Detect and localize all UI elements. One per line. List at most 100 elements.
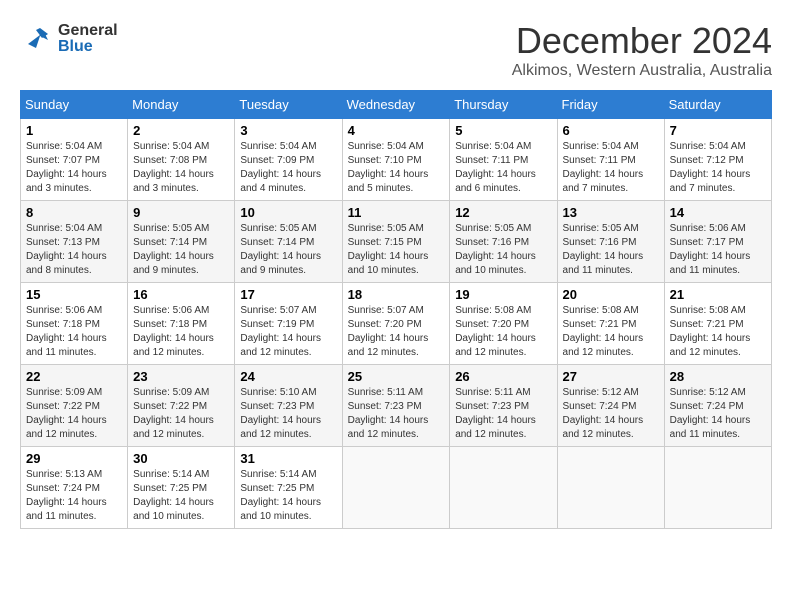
day-info: Sunrise: 5:07 AM Sunset: 7:20 PM Dayligh… bbox=[348, 304, 445, 360]
day-info: Sunrise: 5:14 AM Sunset: 7:25 PM Dayligh… bbox=[240, 468, 336, 524]
day-info: Sunrise: 5:05 AM Sunset: 7:15 PM Dayligh… bbox=[348, 222, 445, 278]
header-thursday: Thursday bbox=[450, 91, 557, 119]
calendar-cell: 25 Sunrise: 5:11 AM Sunset: 7:23 PM Dayl… bbox=[342, 365, 450, 447]
calendar-cell: 17 Sunrise: 5:07 AM Sunset: 7:19 PM Dayl… bbox=[235, 283, 342, 365]
day-info: Sunrise: 5:07 AM Sunset: 7:19 PM Dayligh… bbox=[240, 304, 336, 360]
page-header: General Blue December 2024 Alkimos, West… bbox=[20, 20, 772, 80]
day-info: Sunrise: 5:09 AM Sunset: 7:22 PM Dayligh… bbox=[26, 386, 122, 442]
day-number: 8 bbox=[26, 205, 122, 220]
logo-general-text: General bbox=[58, 23, 118, 39]
day-info: Sunrise: 5:04 AM Sunset: 7:07 PM Dayligh… bbox=[26, 140, 122, 196]
calendar-cell: 4 Sunrise: 5:04 AM Sunset: 7:10 PM Dayli… bbox=[342, 119, 450, 201]
day-number: 17 bbox=[240, 287, 336, 302]
day-number: 15 bbox=[26, 287, 122, 302]
day-info: Sunrise: 5:14 AM Sunset: 7:25 PM Dayligh… bbox=[133, 468, 229, 524]
day-number: 30 bbox=[133, 451, 229, 466]
calendar-cell: 11 Sunrise: 5:05 AM Sunset: 7:15 PM Dayl… bbox=[342, 201, 450, 283]
calendar-cell: 19 Sunrise: 5:08 AM Sunset: 7:20 PM Dayl… bbox=[450, 283, 557, 365]
day-info: Sunrise: 5:05 AM Sunset: 7:16 PM Dayligh… bbox=[455, 222, 551, 278]
logo-icon bbox=[20, 20, 52, 57]
calendar-cell bbox=[557, 447, 664, 529]
calendar-cell: 22 Sunrise: 5:09 AM Sunset: 7:22 PM Dayl… bbox=[21, 365, 128, 447]
day-info: Sunrise: 5:11 AM Sunset: 7:23 PM Dayligh… bbox=[348, 386, 445, 442]
day-number: 10 bbox=[240, 205, 336, 220]
day-info: Sunrise: 5:08 AM Sunset: 7:21 PM Dayligh… bbox=[563, 304, 659, 360]
header-wednesday: Wednesday bbox=[342, 91, 450, 119]
header-sunday: Sunday bbox=[21, 91, 128, 119]
calendar-cell: 18 Sunrise: 5:07 AM Sunset: 7:20 PM Dayl… bbox=[342, 283, 450, 365]
calendar-cell bbox=[450, 447, 557, 529]
calendar: SundayMondayTuesdayWednesdayThursdayFrid… bbox=[20, 90, 772, 529]
calendar-cell: 31 Sunrise: 5:14 AM Sunset: 7:25 PM Dayl… bbox=[235, 447, 342, 529]
calendar-cell: 27 Sunrise: 5:12 AM Sunset: 7:24 PM Dayl… bbox=[557, 365, 664, 447]
month-title: December 2024 bbox=[512, 20, 772, 62]
day-number: 7 bbox=[670, 123, 766, 138]
header-saturday: Saturday bbox=[664, 91, 771, 119]
logo: General Blue bbox=[20, 20, 118, 57]
day-info: Sunrise: 5:04 AM Sunset: 7:12 PM Dayligh… bbox=[670, 140, 766, 196]
day-number: 16 bbox=[133, 287, 229, 302]
day-number: 18 bbox=[348, 287, 445, 302]
day-number: 23 bbox=[133, 369, 229, 384]
location: Alkimos, Western Australia, Australia bbox=[512, 62, 772, 80]
calendar-cell: 9 Sunrise: 5:05 AM Sunset: 7:14 PM Dayli… bbox=[128, 201, 235, 283]
calendar-cell: 12 Sunrise: 5:05 AM Sunset: 7:16 PM Dayl… bbox=[450, 201, 557, 283]
week-row-4: 22 Sunrise: 5:09 AM Sunset: 7:22 PM Dayl… bbox=[21, 365, 772, 447]
calendar-cell bbox=[342, 447, 450, 529]
calendar-cell: 21 Sunrise: 5:08 AM Sunset: 7:21 PM Dayl… bbox=[664, 283, 771, 365]
day-number: 29 bbox=[26, 451, 122, 466]
day-info: Sunrise: 5:04 AM Sunset: 7:10 PM Dayligh… bbox=[348, 140, 445, 196]
day-info: Sunrise: 5:10 AM Sunset: 7:23 PM Dayligh… bbox=[240, 386, 336, 442]
day-number: 24 bbox=[240, 369, 336, 384]
calendar-cell: 16 Sunrise: 5:06 AM Sunset: 7:18 PM Dayl… bbox=[128, 283, 235, 365]
day-info: Sunrise: 5:04 AM Sunset: 7:11 PM Dayligh… bbox=[563, 140, 659, 196]
header-friday: Friday bbox=[557, 91, 664, 119]
calendar-cell: 14 Sunrise: 5:06 AM Sunset: 7:17 PM Dayl… bbox=[664, 201, 771, 283]
calendar-cell: 7 Sunrise: 5:04 AM Sunset: 7:12 PM Dayli… bbox=[664, 119, 771, 201]
calendar-cell: 23 Sunrise: 5:09 AM Sunset: 7:22 PM Dayl… bbox=[128, 365, 235, 447]
header-tuesday: Tuesday bbox=[235, 91, 342, 119]
day-number: 5 bbox=[455, 123, 551, 138]
header-monday: Monday bbox=[128, 91, 235, 119]
calendar-cell: 8 Sunrise: 5:04 AM Sunset: 7:13 PM Dayli… bbox=[21, 201, 128, 283]
logo-blue-text: Blue bbox=[58, 39, 118, 55]
calendar-cell: 26 Sunrise: 5:11 AM Sunset: 7:23 PM Dayl… bbox=[450, 365, 557, 447]
day-number: 11 bbox=[348, 205, 445, 220]
day-number: 21 bbox=[670, 287, 766, 302]
day-info: Sunrise: 5:08 AM Sunset: 7:20 PM Dayligh… bbox=[455, 304, 551, 360]
calendar-cell: 30 Sunrise: 5:14 AM Sunset: 7:25 PM Dayl… bbox=[128, 447, 235, 529]
day-info: Sunrise: 5:12 AM Sunset: 7:24 PM Dayligh… bbox=[563, 386, 659, 442]
day-number: 14 bbox=[670, 205, 766, 220]
day-number: 31 bbox=[240, 451, 336, 466]
day-number: 26 bbox=[455, 369, 551, 384]
day-number: 3 bbox=[240, 123, 336, 138]
calendar-cell: 1 Sunrise: 5:04 AM Sunset: 7:07 PM Dayli… bbox=[21, 119, 128, 201]
day-info: Sunrise: 5:06 AM Sunset: 7:18 PM Dayligh… bbox=[133, 304, 229, 360]
logo-name: General Blue bbox=[58, 23, 118, 55]
day-number: 22 bbox=[26, 369, 122, 384]
weekday-header-row: SundayMondayTuesdayWednesdayThursdayFrid… bbox=[21, 91, 772, 119]
calendar-cell: 15 Sunrise: 5:06 AM Sunset: 7:18 PM Dayl… bbox=[21, 283, 128, 365]
day-info: Sunrise: 5:08 AM Sunset: 7:21 PM Dayligh… bbox=[670, 304, 766, 360]
day-info: Sunrise: 5:04 AM Sunset: 7:11 PM Dayligh… bbox=[455, 140, 551, 196]
day-number: 19 bbox=[455, 287, 551, 302]
day-info: Sunrise: 5:11 AM Sunset: 7:23 PM Dayligh… bbox=[455, 386, 551, 442]
calendar-cell bbox=[664, 447, 771, 529]
week-row-5: 29 Sunrise: 5:13 AM Sunset: 7:24 PM Dayl… bbox=[21, 447, 772, 529]
day-number: 25 bbox=[348, 369, 445, 384]
week-row-3: 15 Sunrise: 5:06 AM Sunset: 7:18 PM Dayl… bbox=[21, 283, 772, 365]
calendar-cell: 13 Sunrise: 5:05 AM Sunset: 7:16 PM Dayl… bbox=[557, 201, 664, 283]
day-number: 4 bbox=[348, 123, 445, 138]
day-info: Sunrise: 5:06 AM Sunset: 7:17 PM Dayligh… bbox=[670, 222, 766, 278]
day-info: Sunrise: 5:09 AM Sunset: 7:22 PM Dayligh… bbox=[133, 386, 229, 442]
calendar-cell: 3 Sunrise: 5:04 AM Sunset: 7:09 PM Dayli… bbox=[235, 119, 342, 201]
week-row-2: 8 Sunrise: 5:04 AM Sunset: 7:13 PM Dayli… bbox=[21, 201, 772, 283]
day-info: Sunrise: 5:04 AM Sunset: 7:09 PM Dayligh… bbox=[240, 140, 336, 196]
calendar-cell: 10 Sunrise: 5:05 AM Sunset: 7:14 PM Dayl… bbox=[235, 201, 342, 283]
day-number: 9 bbox=[133, 205, 229, 220]
calendar-cell: 5 Sunrise: 5:04 AM Sunset: 7:11 PM Dayli… bbox=[450, 119, 557, 201]
day-info: Sunrise: 5:05 AM Sunset: 7:14 PM Dayligh… bbox=[133, 222, 229, 278]
day-info: Sunrise: 5:04 AM Sunset: 7:13 PM Dayligh… bbox=[26, 222, 122, 278]
day-info: Sunrise: 5:05 AM Sunset: 7:14 PM Dayligh… bbox=[240, 222, 336, 278]
calendar-cell: 2 Sunrise: 5:04 AM Sunset: 7:08 PM Dayli… bbox=[128, 119, 235, 201]
